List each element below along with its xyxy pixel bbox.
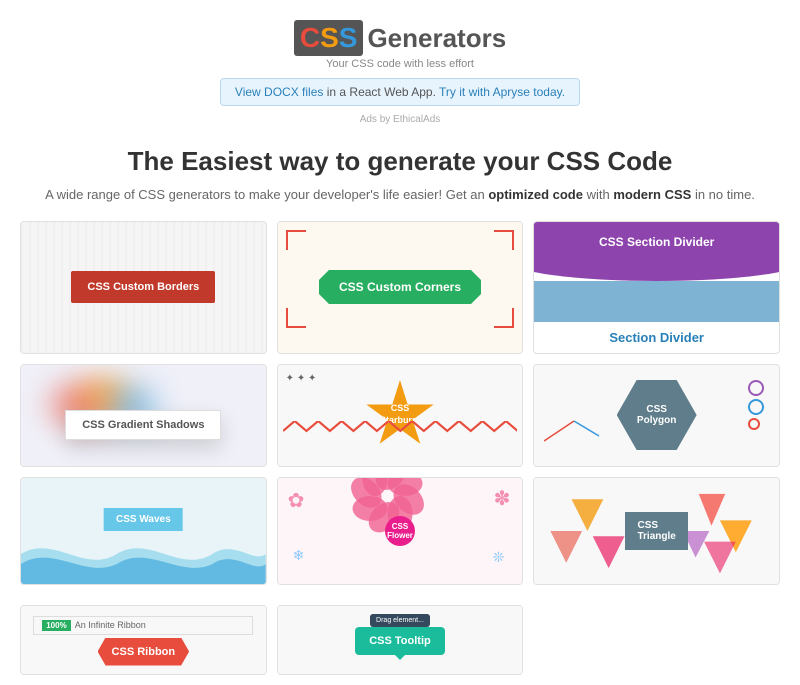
- snowflake2: ❊: [493, 549, 505, 566]
- divider-wave: [534, 261, 779, 281]
- ribbon-main: CSS Ribbon: [33, 638, 253, 666]
- hero-desc-bold1: optimized code: [488, 187, 583, 202]
- card-section-divider[interactable]: CSS Section Divider Section Divider: [533, 221, 780, 354]
- partial-card-row: 100% An Infinite Ribbon CSS Ribbon Drag …: [20, 605, 780, 675]
- corners-label-box: CSS Custom Corners: [319, 270, 481, 304]
- corner-deco-br: [494, 308, 514, 328]
- card-label-custom-borders: Custom Borders: [21, 353, 266, 354]
- zigzag-line: [283, 421, 518, 441]
- card-tooltip[interactable]: Drag element... CSS Tooltip: [277, 605, 524, 675]
- corner-deco-bl: [286, 308, 306, 328]
- hero-desc-prefix: A wide range of CSS generators to make y…: [45, 187, 488, 202]
- ad-link1[interactable]: View DOCX files: [235, 85, 323, 99]
- card-polygon[interactable]: CSSPolygon Polygon Shape: [533, 364, 780, 467]
- card-preview-polygon: CSSPolygon: [534, 365, 779, 466]
- card-preview-corners: CSS Custom Corners: [278, 222, 523, 353]
- ribbon-text1: An Infinite Ribbon: [75, 620, 146, 630]
- ad-link2[interactable]: Try it with Apryse today.: [439, 85, 565, 99]
- triangle-label-box: CSSTriangle: [625, 512, 687, 550]
- polygon-hex: CSSPolygon: [617, 380, 697, 450]
- flower-petals: CSSFlower: [362, 493, 437, 568]
- wavy-label: CSS Waves: [104, 508, 183, 531]
- divider-label: CSS Section Divider: [599, 235, 714, 249]
- card-label-custom-corners: Custom Corners: [278, 353, 523, 354]
- circle3: [748, 418, 760, 430]
- flower-center: CSSFlower: [385, 516, 415, 546]
- ribbon-label: CSS Ribbon: [98, 638, 190, 666]
- hero-description: A wide range of CSS generators to make y…: [20, 185, 780, 205]
- card-preview-triangle: CSSTriangle: [534, 478, 779, 584]
- tooltip-small: Drag element...: [370, 614, 430, 627]
- flower-label: CSSFlower: [387, 522, 413, 540]
- gradient-label-box: CSS Gradient Shadows: [65, 410, 221, 440]
- card-preview-starburst: ✦ ✦ ✦ CSSStarburst: [278, 365, 523, 466]
- polygon-label: CSSPolygon: [637, 404, 676, 426]
- hero-title: The Easiest way to generate your CSS Cod…: [20, 146, 780, 177]
- card-label-gradient-shadows: Gradient Shadows: [21, 466, 266, 467]
- snowflake1: ❄: [293, 547, 305, 564]
- card-custom-borders[interactable]: CSS Custom Borders Custom Borders: [20, 221, 267, 354]
- tooltip-main: CSS Tooltip: [355, 627, 445, 655]
- logo-css: CSS: [294, 20, 364, 56]
- wave-svg: [21, 524, 266, 584]
- card-starburst[interactable]: ✦ ✦ ✦ CSSStarburst Starburst Shape: [277, 364, 524, 467]
- card-triangle[interactable]: CSSTriangle Triangle Shapes: [533, 477, 780, 585]
- divider-bottom: [534, 281, 779, 322]
- card-label-wavy: Wavy Shapes: [21, 584, 266, 585]
- corner-deco-tl: [286, 230, 306, 250]
- ad-source: Ads by EthicalAds: [20, 114, 780, 125]
- card-preview-divider: CSS Section Divider: [534, 222, 779, 322]
- logo-container: CSS Generators: [20, 20, 780, 56]
- dots-tl: ✦ ✦ ✦: [286, 373, 317, 384]
- flower-deco2: ✽: [494, 486, 511, 511]
- card-label-flower: Flower Shapes: [278, 584, 523, 585]
- card-flower[interactable]: CSSFlower ✿ ✽ ❄ ❊ Flower Shapes: [277, 477, 524, 585]
- logo-tagline: Your CSS code with less effort: [20, 58, 780, 70]
- polygon-lines: [544, 411, 604, 451]
- card-wavy[interactable]: CSS Waves Wavy Shapes: [20, 477, 267, 585]
- hero-desc-suffix: in no time.: [691, 187, 755, 202]
- card-preview-tooltip: Drag element... CSS Tooltip: [278, 606, 523, 675]
- card-label-triangle: Triangle Shapes: [534, 584, 779, 585]
- tooltip-content: Drag element... CSS Tooltip: [355, 627, 445, 655]
- card-preview-gradient: CSS Gradient Shadows: [21, 365, 266, 466]
- card-grid: CSS Custom Borders Custom Borders CSS Cu…: [20, 221, 780, 605]
- card-preview-borders: CSS Custom Borders: [21, 222, 266, 353]
- card-preview-ribbon: 100% An Infinite Ribbon CSS Ribbon: [21, 606, 266, 675]
- logo-generators: Generators: [367, 23, 506, 54]
- ribbon-bar1: 100% An Infinite Ribbon: [33, 616, 253, 635]
- hero-desc-mid: with: [583, 187, 613, 202]
- corner-deco-tr: [494, 230, 514, 250]
- hero-desc-bold2: modern CSS: [613, 187, 691, 202]
- circle2: [748, 399, 764, 415]
- page-wrapper: CSS Generators Your CSS code with less e…: [0, 0, 800, 685]
- card-preview-flower: CSSFlower ✿ ✽ ❄ ❊: [278, 478, 523, 584]
- card-label-polygon: Polygon Shape: [534, 466, 779, 467]
- card-ribbon[interactable]: 100% An Infinite Ribbon CSS Ribbon: [20, 605, 267, 675]
- flower-deco1: ✿: [288, 488, 305, 513]
- borders-label-box: CSS Custom Borders: [71, 271, 215, 303]
- ad-bar: View DOCX files in a React Web App. Try …: [220, 78, 580, 106]
- circles-deco: [748, 380, 764, 430]
- card-preview-wavy: CSS Waves: [21, 478, 266, 584]
- card-label-section-divider: Section Divider: [534, 322, 779, 353]
- card-gradient-shadows[interactable]: CSS Gradient Shadows Gradient Shadows: [20, 364, 267, 467]
- hero-section: The Easiest way to generate your CSS Cod…: [20, 136, 780, 221]
- empty-slot: [533, 605, 780, 675]
- header: CSS Generators Your CSS code with less e…: [20, 10, 780, 136]
- card-label-starburst: Starburst Shape: [278, 466, 523, 467]
- card-custom-corners[interactable]: CSS Custom Corners Custom Corners: [277, 221, 524, 354]
- ribbon-pct: 100%: [42, 620, 70, 631]
- divider-top: CSS Section Divider: [534, 222, 779, 263]
- ad-text2: in a React Web App.: [327, 85, 439, 99]
- ribbon-content: 100% An Infinite Ribbon CSS Ribbon: [33, 616, 253, 666]
- circle1: [748, 380, 764, 396]
